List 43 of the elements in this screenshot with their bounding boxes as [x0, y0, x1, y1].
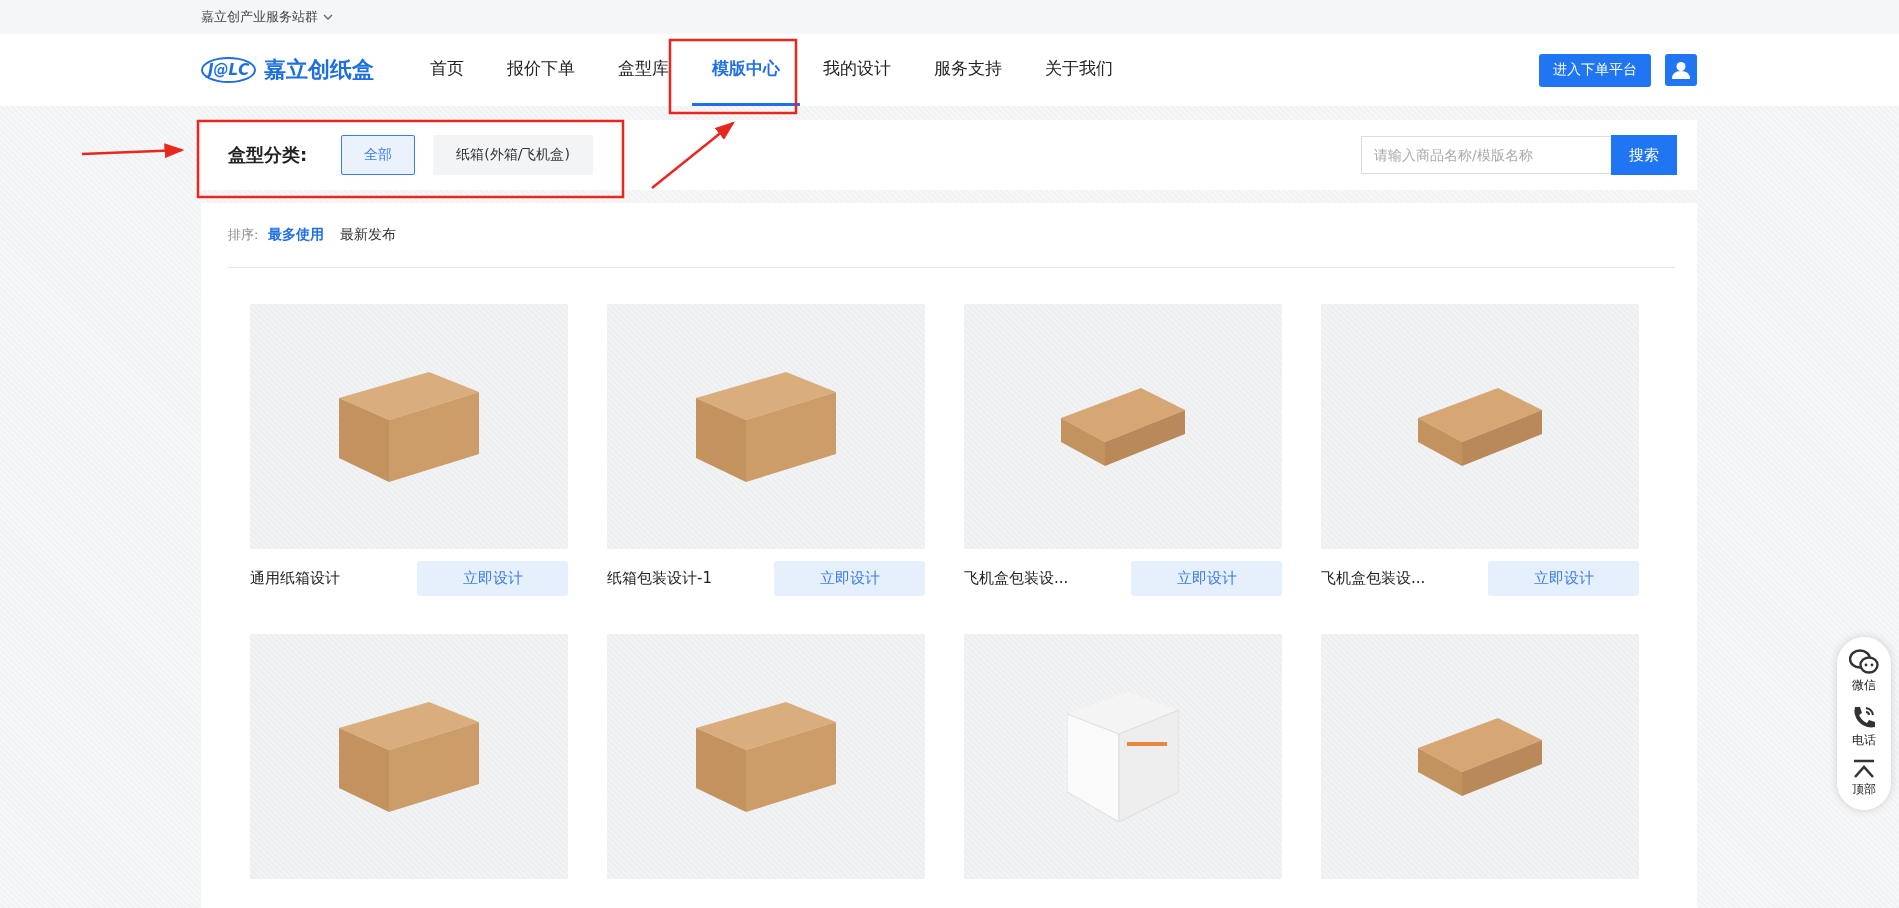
- nav-link[interactable]: 我的设计: [803, 34, 912, 106]
- back-to-top-icon: [1852, 759, 1876, 779]
- template-preview[interactable]: [250, 304, 568, 549]
- nav-link[interactable]: 关于我们: [1025, 34, 1134, 106]
- template-preview[interactable]: [250, 634, 568, 879]
- search-field[interactable]: 请输入商品名称/模版名称: [1361, 136, 1611, 174]
- design-now-button[interactable]: 立即设计: [774, 561, 925, 596]
- side-tool-link[interactable]: 微信: [1849, 649, 1879, 694]
- sort-option[interactable]: 最新发布: [340, 226, 397, 244]
- design-now-button[interactable]: 立即设计: [1488, 561, 1639, 596]
- template-preview[interactable]: [607, 304, 925, 549]
- side-tool-link[interactable]: 电话: [1851, 704, 1877, 749]
- nav-link[interactable]: 报价下单: [487, 34, 596, 106]
- side-tool-link[interactable]: 顶部: [1852, 759, 1876, 798]
- template-title: 通用纸箱设计: [250, 569, 340, 588]
- template-title: 飞机盒包装设...: [964, 569, 1069, 588]
- filter-label: 盒型分类:: [228, 143, 308, 167]
- template-preview[interactable]: [964, 304, 1282, 549]
- phone-icon: [1851, 704, 1877, 730]
- design-now-button[interactable]: 立即设计: [417, 561, 568, 596]
- sort-option[interactable]: 最多使用: [268, 226, 325, 244]
- nav-link[interactable]: 首页: [410, 34, 485, 106]
- logo-mark: J@LC: [201, 57, 257, 83]
- category-tab[interactable]: 全部: [341, 135, 416, 175]
- chat-bubbles-icon: [1849, 649, 1879, 675]
- sort-label: 排序:: [228, 226, 259, 244]
- template-title: 纸箱包装设计-1: [607, 569, 712, 588]
- design-now-button[interactable]: 立即设计: [1131, 561, 1282, 596]
- template-preview[interactable]: [1321, 304, 1639, 549]
- user-icon: [1672, 61, 1690, 79]
- search-button[interactable]: 搜索: [1611, 135, 1677, 175]
- nav-link[interactable]: 服务支持: [914, 34, 1023, 106]
- category-tab[interactable]: 纸箱(外箱/飞机盒): [433, 135, 593, 175]
- nav-link[interactable]: 盒型库: [598, 34, 690, 106]
- logo-text: 嘉立创纸盒: [264, 56, 375, 84]
- template-preview[interactable]: [607, 634, 925, 879]
- order-platform-button[interactable]: 进入下单平台: [1539, 53, 1651, 87]
- user-avatar-button[interactable]: [1665, 54, 1697, 86]
- template-title: 飞机盒包装设...: [1321, 569, 1426, 588]
- nav-link[interactable]: 模版中心: [692, 34, 801, 106]
- site-group-menu[interactable]: 嘉立创产业服务站群: [201, 8, 318, 26]
- template-preview[interactable]: [1321, 634, 1639, 879]
- chevron-down-icon: [323, 14, 333, 20]
